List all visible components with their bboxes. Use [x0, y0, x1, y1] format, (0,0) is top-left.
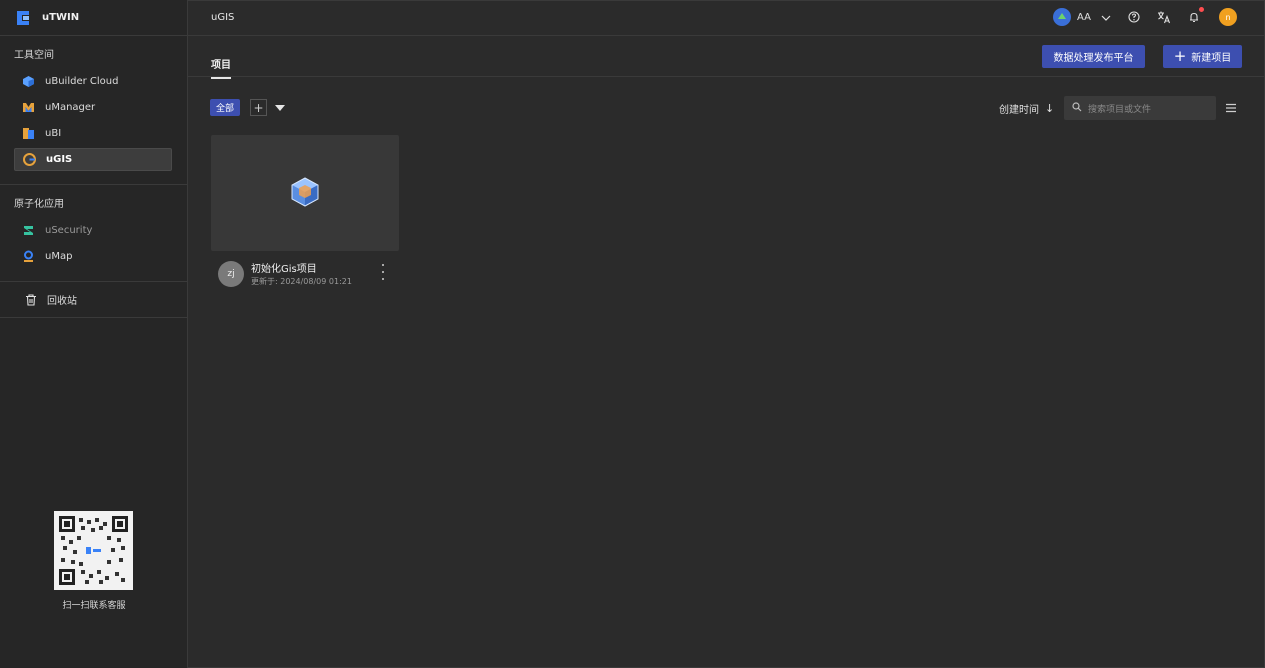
utwin-logo-icon	[14, 9, 32, 27]
sort-label: 创建时间	[999, 105, 1039, 116]
sidebar-item-ugis[interactable]: uGIS	[14, 148, 172, 171]
more-vertical-icon[interactable]	[378, 264, 388, 280]
chevron-down-icon	[1101, 12, 1111, 22]
project-cube-icon	[288, 175, 322, 212]
tab-projects[interactable]: 项目	[211, 56, 231, 79]
bell-icon[interactable]	[1187, 7, 1204, 24]
sidebar-section-atomic-apps: 原子化应用 uSecurity uMap	[0, 185, 187, 282]
support-qr: 扫一扫联系客服	[54, 511, 134, 611]
sort-control[interactable]: 创建时间 ↓	[999, 101, 1054, 116]
sidebar-item-label: uMap	[45, 251, 73, 262]
new-project-label: 新建项目	[1191, 53, 1232, 64]
page-title: uGIS	[211, 12, 235, 23]
project-card-info[interactable]: zj 初始化Gis项目 更新于: 2024/08/09 01:21	[218, 258, 394, 292]
bi-icon	[22, 127, 35, 140]
sidebar-item-ubuilder-cloud[interactable]: uBuilder Cloud	[14, 70, 172, 93]
sidebar: uTWIN 工具空间 uBuilder Cloud uManager uBI u…	[0, 0, 188, 668]
sidebar-item-label: uBI	[45, 128, 62, 139]
org-name: AA	[1077, 11, 1091, 23]
sidebar-item-usecurity[interactable]: uSecurity	[14, 219, 172, 242]
top-bar: uGIS AA n	[188, 0, 1265, 36]
gis-icon	[23, 153, 36, 166]
brand[interactable]: uTWIN	[0, 0, 187, 36]
add-filter-button[interactable]: +	[250, 99, 268, 116]
qr-code-icon	[54, 511, 133, 590]
sidebar-item-label: uBuilder Cloud	[45, 76, 119, 87]
qr-caption: 扫一扫联系客服	[62, 601, 126, 611]
sidebar-item-trash[interactable]: 回收站	[0, 282, 187, 318]
map-pin-icon	[22, 250, 35, 263]
plus-icon: +	[1173, 47, 1187, 65]
top-right-controls: AA n	[1053, 7, 1237, 26]
cube-icon	[22, 75, 35, 88]
list-view-icon[interactable]	[1225, 102, 1237, 114]
sidebar-item-label: uManager	[45, 102, 96, 113]
project-card-thumbnail[interactable]	[211, 135, 399, 251]
project-updated: 更新于: 2024/08/09 01:21	[251, 277, 352, 286]
sort-arrow-icon: ↓	[1045, 102, 1055, 115]
filter-all-chip[interactable]: 全部	[210, 99, 241, 116]
search-box[interactable]: 搜索项目或文件	[1064, 96, 1216, 120]
sidebar-item-umap[interactable]: uMap	[14, 245, 172, 268]
org-avatar-icon	[1053, 8, 1072, 26]
section-title-atomic-apps: 原子化应用	[14, 199, 64, 210]
project-title[interactable]: 初始化Gis项目	[251, 260, 317, 275]
search-icon	[1072, 101, 1082, 115]
trash-icon	[24, 293, 37, 306]
translate-icon[interactable]	[1157, 10, 1171, 24]
app-name: uTWIN	[42, 12, 80, 23]
help-icon[interactable]	[1127, 10, 1141, 24]
caret-down-icon[interactable]	[275, 104, 286, 111]
user-avatar[interactable]: n	[1219, 8, 1237, 26]
new-project-button[interactable]: + 新建项目	[1163, 45, 1242, 68]
org-switcher[interactable]: AA	[1053, 8, 1111, 26]
sidebar-item-label: uGIS	[46, 154, 73, 165]
trash-label: 回收站	[47, 296, 77, 307]
section-title-tools: 工具空间	[14, 50, 54, 61]
tab-bar: 项目 数据处理发布平台 + 新建项目	[188, 36, 1265, 79]
sidebar-item-ubi[interactable]: uBI	[14, 122, 172, 145]
sidebar-item-label: uSecurity	[45, 225, 93, 236]
search-input[interactable]: 搜索项目或文件	[1088, 102, 1151, 115]
sidebar-section-tools: 工具空间 uBuilder Cloud uManager uBI uGIS	[0, 36, 187, 185]
sidebar-item-umanager[interactable]: uManager	[14, 96, 172, 119]
notification-dot	[1199, 7, 1204, 12]
owner-avatar: zj	[218, 261, 244, 287]
data-publish-platform-button[interactable]: 数据处理发布平台	[1042, 45, 1145, 68]
filter-bar: 全部 +	[210, 99, 286, 116]
manager-icon	[22, 101, 35, 114]
security-icon	[22, 224, 35, 237]
